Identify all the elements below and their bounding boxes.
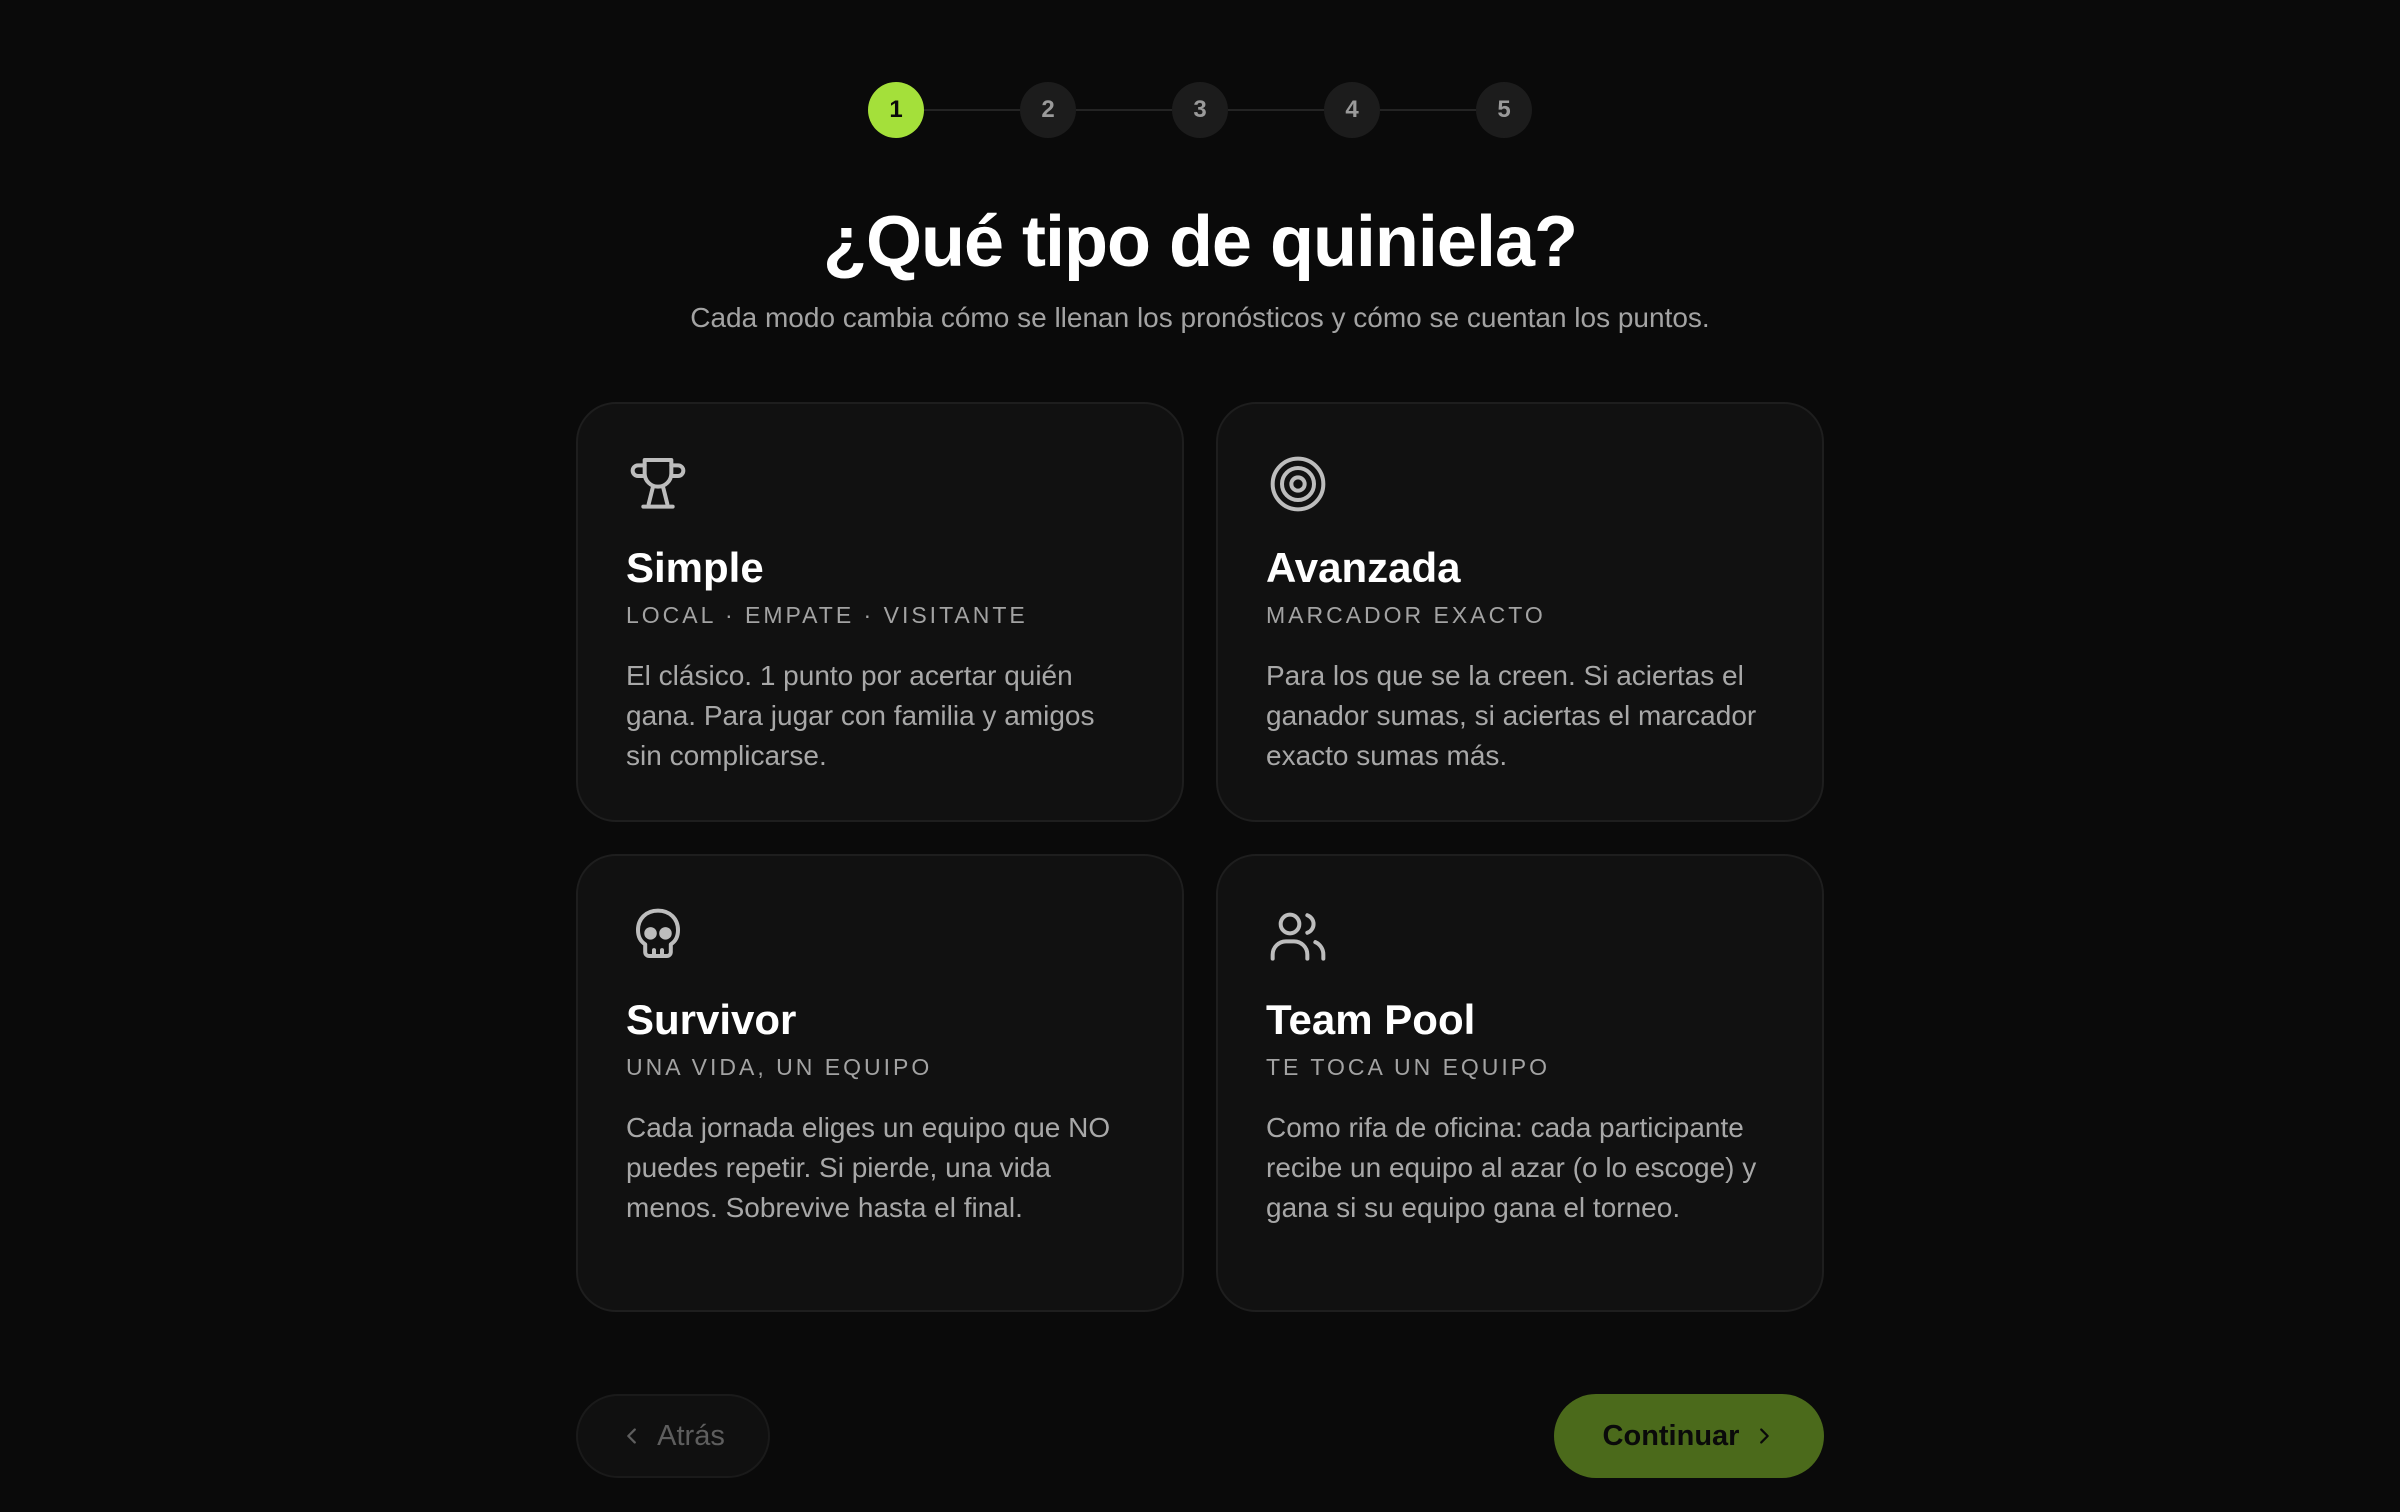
continue-button-label: Continuar	[1602, 1419, 1740, 1452]
step-connector	[924, 109, 1020, 111]
page-title: ¿Qué tipo de quiniela?	[822, 202, 1578, 282]
card-tag: TE TOCA UN EQUIPO	[1266, 1054, 1551, 1080]
mode-card-simple[interactable]: Simple LOCAL · EMPATE · VISITANTE El clá…	[576, 402, 1184, 822]
page-subtitle: Cada modo cambia cómo se llenan los pron…	[690, 302, 1710, 333]
card-title: Survivor	[626, 996, 797, 1043]
mode-card-survivor[interactable]: Survivor UNA VIDA, UN EQUIPO Cada jornad…	[576, 854, 1184, 1312]
card-description: Cada jornada eliges un equipo que NO pue…	[626, 1112, 1111, 1223]
step-connector	[1076, 109, 1172, 111]
chevron-left-icon	[621, 1425, 643, 1447]
card-tag: MARCADOR EXACTO	[1266, 602, 1546, 628]
users-icon	[1266, 904, 1330, 968]
card-description: Como rifa de oficina: cada participante …	[1266, 1112, 1757, 1223]
target-icon	[1266, 452, 1330, 516]
card-description: El clásico. 1 punto por acertar quién ga…	[626, 660, 1095, 771]
back-button-label: Atrás	[657, 1419, 725, 1452]
mode-options: Simple LOCAL · EMPATE · VISITANTE El clá…	[576, 402, 1824, 1312]
card-title: Team Pool	[1266, 996, 1476, 1043]
card-description: Para los que se la creen. Si aciertas el…	[1266, 660, 1757, 771]
step-3[interactable]: 3	[1172, 82, 1228, 138]
step-connector	[1380, 109, 1476, 111]
back-button[interactable]: Atrás	[576, 1394, 770, 1478]
step-2[interactable]: 2	[1020, 82, 1076, 138]
mode-card-team-pool[interactable]: Team Pool TE TOCA UN EQUIPO Como rifa de…	[1216, 854, 1824, 1312]
chevron-right-icon	[1753, 1425, 1775, 1447]
card-title: Simple	[626, 544, 764, 591]
skull-icon	[626, 904, 690, 968]
mode-card-avanzada[interactable]: Avanzada MARCADOR EXACTO Para los que se…	[1216, 402, 1824, 822]
step-1[interactable]: 1	[868, 82, 924, 138]
card-tag: UNA VIDA, UN EQUIPO	[626, 1054, 933, 1080]
step-4[interactable]: 4	[1324, 82, 1380, 138]
trophy-icon	[626, 452, 690, 516]
stepper: 1 2 3 4 5	[868, 82, 1532, 138]
step-5[interactable]: 5	[1476, 82, 1532, 138]
continue-button[interactable]: Continuar	[1554, 1394, 1824, 1478]
card-title: Avanzada	[1266, 544, 1461, 591]
card-tag: LOCAL · EMPATE · VISITANTE	[626, 602, 1028, 628]
step-connector	[1228, 109, 1324, 111]
